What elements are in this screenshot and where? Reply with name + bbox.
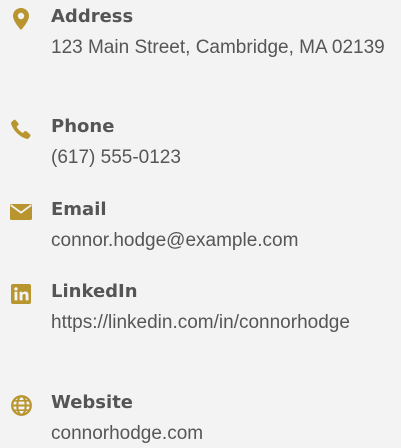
phone-icon (8, 116, 34, 142)
website-label: Website (51, 392, 134, 413)
email-label: Email (51, 199, 107, 220)
linkedin-value[interactable]: https://linkedin.com/in/connorhodge (51, 309, 401, 337)
address-value: 123 Main Street, Cambridge, MA 02139 (51, 37, 385, 58)
globe-icon (8, 392, 34, 418)
linkedin-icon (8, 281, 34, 307)
map-marker-icon (8, 6, 34, 32)
phone-value: (617) 555-0123 (51, 147, 181, 168)
contact-list: Address 123 Main Street, Cambridge, MA 0… (0, 0, 401, 448)
envelope-icon (8, 199, 34, 225)
website-value[interactable]: connorhodge.com (51, 420, 401, 448)
linkedin-label: LinkedIn (51, 281, 138, 302)
address-label: Address (51, 6, 134, 27)
email-value: connor.hodge@example.com (51, 230, 299, 251)
phone-label: Phone (51, 116, 115, 137)
